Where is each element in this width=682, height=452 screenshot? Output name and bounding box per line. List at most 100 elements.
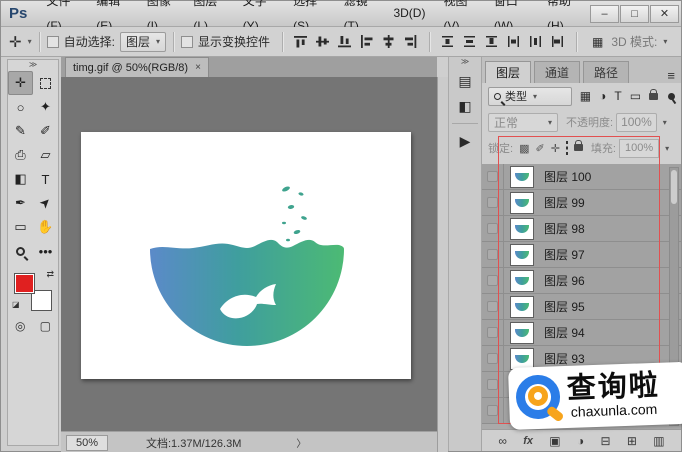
filter-adjustment-layers-icon[interactable]: ◑ [599,89,606,103]
filter-toggle-pin-icon[interactable] [668,93,675,100]
filter-type-dropdown[interactable]: 类型 ▾ [488,87,572,106]
eraser-tool[interactable]: ▱ [33,143,58,167]
layer-thumbnail[interactable] [510,322,534,344]
distribute-left-icon[interactable] [506,34,522,50]
link-layers-icon[interactable]: ∞ [498,434,507,448]
document-tab[interactable]: timg.gif @ 50%(RGB/8) × [65,57,209,77]
filter-type-layers-icon[interactable]: T [614,89,621,103]
eye-toggle-icon[interactable] [487,379,498,390]
lock-transparent-pixels-icon[interactable]: ▩ [519,142,529,155]
status-arrow-icon[interactable]: 〉 [296,435,306,450]
layer-name[interactable]: 图层 100 [544,168,591,185]
eye-toggle-icon[interactable] [487,171,498,182]
visibility-cell[interactable] [482,294,504,319]
distribute-bottom-icon[interactable] [484,34,500,50]
layer-name[interactable]: 图层 93 [544,350,585,367]
shape-tool[interactable]: ▭ [8,215,33,239]
clone-stamp-tool[interactable]: ⎙ [8,143,33,167]
filter-pixel-layers-icon[interactable]: ▦ [580,89,591,103]
layer-thumbnail[interactable] [510,218,534,240]
visibility-cell[interactable] [482,164,504,189]
layer-row-94[interactable]: 图层 94 [482,320,681,346]
minimize-button[interactable]: – [590,5,619,23]
layer-mask-icon[interactable]: ▣ [549,434,560,448]
opacity-chevron-icon[interactable]: ▾ [663,118,667,127]
eyedropper-tool[interactable]: ✎ [8,119,33,143]
visibility-cell[interactable] [482,190,504,215]
adjustments-panel-icon[interactable]: ◧ [453,95,477,117]
brush-tool[interactable]: ✐ [33,119,58,143]
new-layer-icon[interactable]: ⊞ [627,434,637,448]
panel-menu-icon[interactable]: ≡ [667,68,675,83]
lasso-tool[interactable]: ○ [8,95,33,119]
mode-3d-chevron-icon[interactable]: ▾ [663,37,667,46]
zoom-level-field[interactable]: 50% [66,435,108,451]
align-horizontal-center-icon[interactable] [381,34,397,50]
tab-paths[interactable]: 路径 [583,61,629,83]
layer-thumbnail[interactable] [510,296,534,318]
eye-toggle-icon[interactable] [487,197,498,208]
layer-thumbnail[interactable] [510,270,534,292]
color-panel-icon[interactable]: ▤ [453,70,477,92]
eye-toggle-icon[interactable] [487,249,498,260]
layers-scrollbar-thumb[interactable] [671,170,677,204]
layer-name[interactable]: 图层 94 [544,324,585,341]
lock-all-icon[interactable] [574,142,583,154]
new-group-icon[interactable]: ⊟ [601,434,611,448]
layer-name[interactable]: 图层 96 [544,272,585,289]
screen-mode-button[interactable]: ▢ [40,319,51,333]
layer-row-100[interactable]: 图层 100 [482,164,681,190]
marquee-tool[interactable] [33,71,58,95]
visibility-cell[interactable] [482,320,504,345]
layer-row-95[interactable]: 图层 95 [482,294,681,320]
distribute-top-icon[interactable] [440,34,456,50]
hand-tool[interactable]: ✋ [33,215,58,239]
align-bottom-icon[interactable] [337,34,353,50]
distribute-horizontal-center-icon[interactable] [528,34,544,50]
tab-layers[interactable]: 图层 [485,61,531,83]
visibility-cell[interactable] [482,216,504,241]
tab-channels[interactable]: 通道 [534,61,580,83]
layer-name[interactable]: 图层 95 [544,298,585,315]
filter-shape-layers-icon[interactable]: ▭ [630,89,641,103]
visibility-cell[interactable] [482,398,504,423]
blend-mode-dropdown[interactable]: 正常 ▾ [488,113,558,132]
layer-row-96[interactable]: 图层 96 [482,268,681,294]
align-top-icon[interactable] [293,34,309,50]
tool-preset-chevron-icon[interactable]: ▾ [28,37,32,46]
eye-toggle-icon[interactable] [487,223,498,234]
layer-name[interactable]: 图层 99 [544,194,585,211]
pen-tool[interactable]: ✒ [8,191,33,215]
layer-row-97[interactable]: 图层 97 [482,242,681,268]
expand-panels-icon[interactable]: ≫ [449,57,481,67]
layer-name[interactable]: 图层 97 [544,246,585,263]
move-tool[interactable]: ✛ [8,71,33,95]
layer-style-fx-icon[interactable]: fx [523,435,533,447]
default-colors-icon[interactable]: ◪ [12,300,20,309]
auto-align-layers-icon[interactable]: ▦ [592,35,603,49]
layer-thumbnail[interactable] [510,166,534,188]
path-select-tool[interactable]: ➤ [33,191,58,215]
eye-toggle-icon[interactable] [487,353,498,364]
auto-select-dropdown[interactable]: 图层 ▾ [120,32,166,52]
opacity-field[interactable]: 100% [616,113,657,132]
swap-colors-icon[interactable]: ⇄ [46,269,54,280]
lock-image-pixels-icon[interactable]: ✐ [535,142,544,155]
fill-field[interactable]: 100% [619,139,659,158]
edit-toolbar-button[interactable]: ••• [33,239,58,263]
visibility-cell[interactable] [482,268,504,293]
zoom-tool[interactable] [8,239,33,263]
delete-layer-icon[interactable]: ▥ [653,434,664,448]
tab-close-icon[interactable]: × [195,62,201,73]
filter-smart-objects-icon[interactable] [649,89,658,103]
fill-chevron-icon[interactable]: ▾ [665,144,669,153]
quick-mask-button[interactable]: ◎ [15,319,25,333]
type-tool[interactable]: T [33,167,58,191]
eye-toggle-icon[interactable] [487,405,498,416]
visibility-cell[interactable] [482,346,504,371]
eye-toggle-icon[interactable] [487,327,498,338]
lock-position-icon[interactable]: ✛ [551,142,560,155]
show-transform-checkbox[interactable] [181,36,193,48]
layer-thumbnail[interactable] [510,244,534,266]
paint-bucket-tool[interactable]: ◧ [8,167,33,191]
